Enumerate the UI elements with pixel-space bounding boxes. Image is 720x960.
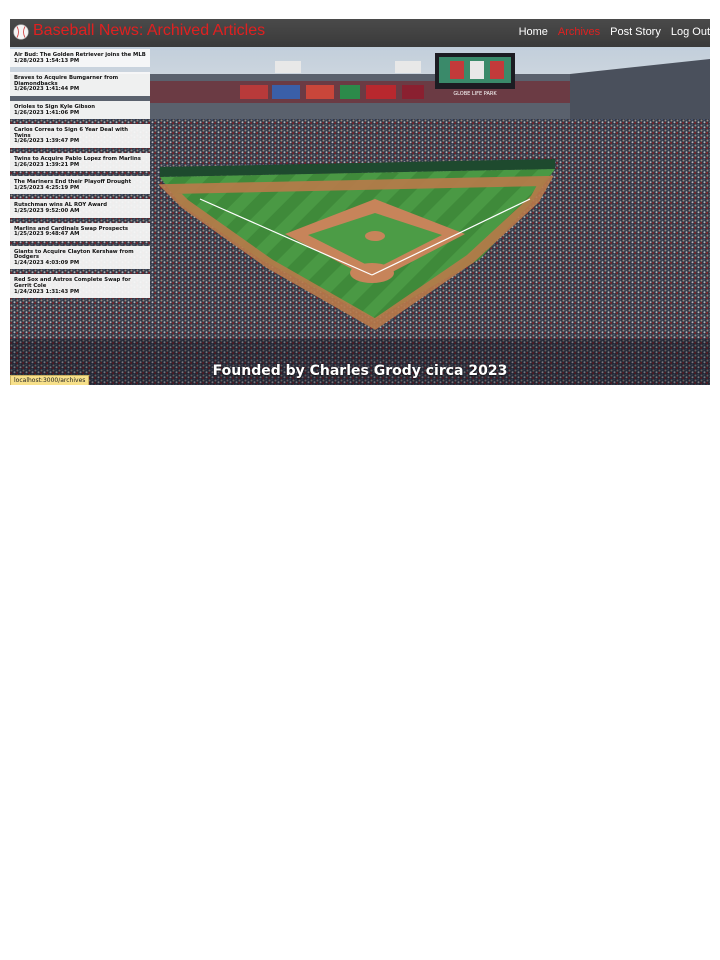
article-date: 1/26/2023 1:41:44 PM xyxy=(14,86,80,93)
scoreboard-label: GLOBE LIFE PARK xyxy=(453,91,497,97)
top-navbar: Baseball News: Archived Articles Home Ar… xyxy=(10,19,710,47)
article-date: 1/24/2023 1:31:43 PM xyxy=(14,288,80,295)
article-date: 1/25/2023 4:25:19 PM xyxy=(14,184,80,191)
article-date: 1/28/2023 1:54:13 PM xyxy=(14,57,80,64)
status-bar-url: localhost:3000/archives xyxy=(10,375,90,385)
nav-link-log-out[interactable]: Log Out xyxy=(671,26,710,38)
article-card[interactable]: Orioles to Sign Kyle Gibson 1/26/2023 1:… xyxy=(10,100,150,120)
app-window: GLOBE LIFE PARK Baseball News: Archived … xyxy=(10,19,710,385)
article-date: 1/26/2023 1:41:06 PM xyxy=(14,109,80,116)
nav-link-archives[interactable]: Archives xyxy=(558,26,600,38)
article-card[interactable]: Marlins and Cardinals Swap Prospects 1/2… xyxy=(10,222,150,241)
article-date: 1/26/2023 1:39:47 PM xyxy=(14,138,80,145)
article-title: Red Sox and Astros Complete Swap for Ger… xyxy=(14,277,131,290)
archived-articles-list: Air Bud: The Golden Retriever joins the … xyxy=(10,49,150,303)
article-card[interactable]: Braves to Acquire Bumgarner from Diamond… xyxy=(10,72,150,96)
article-date: 1/25/2023 9:48:47 AM xyxy=(14,231,80,238)
article-date: 1/26/2023 1:39:21 PM xyxy=(14,161,80,168)
page-title: Baseball News: Archived Articles xyxy=(33,22,266,39)
article-card[interactable]: Rutschman wins AL ROY Award 1/25/2023 9:… xyxy=(10,199,150,218)
article-date: 1/25/2023 9:52:00 AM xyxy=(14,207,80,214)
article-date: 1/24/2023 4:03:09 PM xyxy=(14,259,80,266)
article-card[interactable]: Giants to Acquire Clayton Kershaw from D… xyxy=(10,245,150,270)
nav-link-home[interactable]: Home xyxy=(519,26,548,38)
nav-link-post-story[interactable]: Post Story xyxy=(610,26,661,38)
article-card[interactable]: Twins to Acquire Pablo Lopez from Marlin… xyxy=(10,152,150,172)
article-card[interactable]: The Mariners End their Playoff Drought 1… xyxy=(10,176,150,195)
footer-founded-text: Founded by Charles Grody circa 2023 xyxy=(212,363,508,379)
main-nav: Home Archives Post Story Log Out xyxy=(519,26,710,38)
baseball-icon xyxy=(13,24,29,40)
article-card[interactable]: Carlos Correa to Sign 6 Year Deal with T… xyxy=(10,124,150,148)
article-card[interactable]: Air Bud: The Golden Retriever joins the … xyxy=(10,49,150,68)
article-card[interactable]: Red Sox and Astros Complete Swap for Ger… xyxy=(10,274,150,299)
